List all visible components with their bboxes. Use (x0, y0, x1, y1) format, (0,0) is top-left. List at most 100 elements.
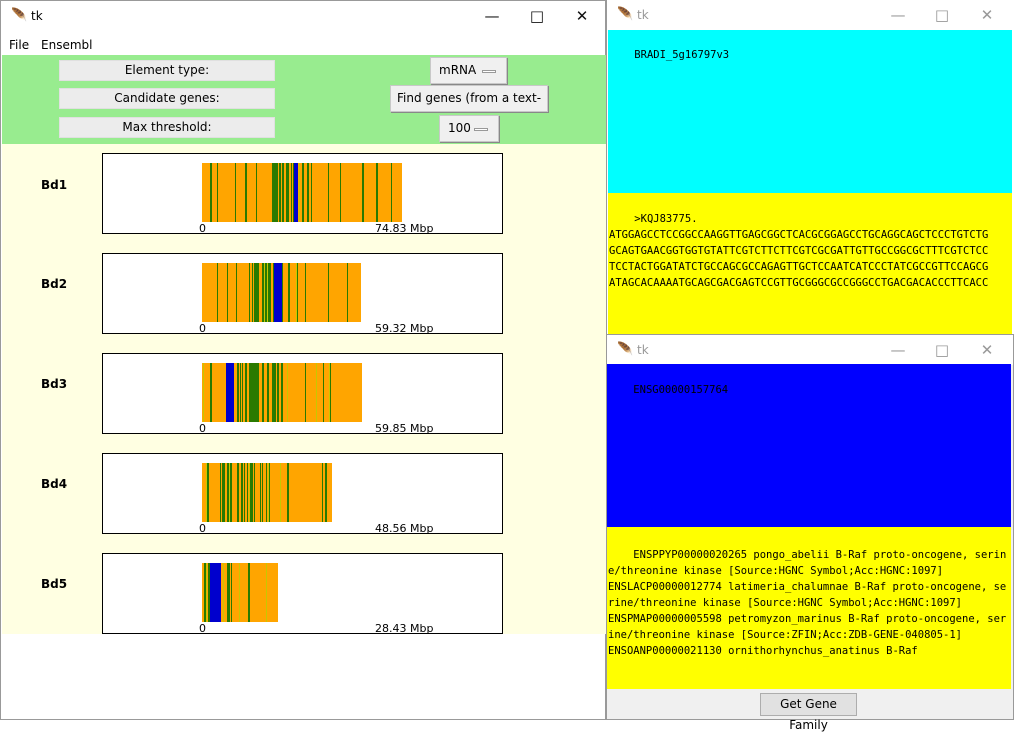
gene-mark (287, 163, 288, 222)
candidate-genes-label: Candidate genes: (59, 88, 275, 109)
maximize-icon[interactable]: □ (522, 5, 552, 27)
controls-panel: Element type: Candidate genes: Max thres… (2, 55, 606, 144)
chromosome-bar (202, 163, 402, 222)
gene-mark (282, 163, 284, 222)
chromosome-length-label: 59.32 Mbp (375, 322, 434, 334)
gene-family-titlebar[interactable]: 🪶 tk — □ ✕ (607, 335, 1013, 365)
gene-mark (253, 363, 255, 422)
chromosome-label: Bd5 (41, 577, 68, 591)
chromosome-plot-bd3[interactable]: 0 59.85 Mbp (102, 353, 503, 434)
minimize-icon[interactable]: — (883, 4, 913, 26)
chromosome-length-label: 59.85 Mbp (375, 422, 434, 434)
chromosome-length-label: 48.56 Mbp (375, 522, 434, 534)
gene-mark (208, 463, 209, 522)
minimize-icon[interactable]: — (477, 5, 507, 27)
gene-mark (236, 263, 237, 322)
chromosome-plot-bd4[interactable]: 0 48.56 Mbp (102, 453, 503, 534)
sequence-window: 🪶 tk — □ ✕ BRADI_5g16797v3 >KQJ83775. AT… (606, 0, 1014, 335)
gene-mark (328, 163, 329, 222)
gene-mark (227, 263, 228, 322)
main-titlebar[interactable]: 🪶 tk — □ ✕ (1, 1, 605, 31)
gene-mark (294, 163, 298, 222)
gene-mark (322, 463, 323, 522)
gene-mark (220, 463, 221, 522)
minimize-icon[interactable]: — (883, 339, 913, 361)
element-type-label: Element type: (59, 60, 275, 81)
gene-mark (287, 363, 288, 422)
gene-mark (244, 463, 245, 522)
sequence-text[interactable]: >KQJ83775. ATGGAGCCTCCGGCCAAGGTTGAGCGGCT… (608, 193, 1012, 335)
gene-mark (237, 463, 239, 522)
gene-mark (258, 363, 259, 422)
gene-mark (248, 563, 250, 622)
chromosome-label: Bd1 (41, 178, 68, 192)
chromosome-label: Bd3 (41, 377, 68, 391)
chromosome-plot-bd5[interactable]: 0 28.43 Mbp (102, 553, 503, 634)
gene-id-text[interactable]: BRADI_5g16797v3 (608, 30, 1012, 193)
find-genes-button[interactable]: Find genes (from a text-file) (390, 85, 548, 130)
gene-mark (207, 463, 208, 522)
gene-mark (231, 463, 232, 522)
gene-mark (274, 263, 282, 322)
gene-mark (242, 463, 243, 522)
gene-mark (223, 563, 224, 622)
gene-mark (240, 363, 241, 422)
gene-mark (328, 263, 329, 322)
chromosome-label: Bd2 (41, 277, 68, 291)
gene-mark (297, 263, 298, 322)
gene-mark (288, 163, 289, 222)
gene-mark (325, 463, 327, 522)
gene-mark (268, 263, 269, 322)
chromosome-plot-bd2[interactable]: 0 59.32 Mbp (102, 253, 503, 334)
gene-mark (280, 163, 281, 222)
menu-file[interactable]: File (9, 38, 29, 52)
axis-start-label: 0 (199, 422, 206, 434)
gene-mark (254, 463, 255, 522)
chromosome-plot-bd1[interactable]: 0 74.83 Mbp (102, 153, 503, 234)
gene-mark (231, 563, 232, 622)
element-type-dropdown[interactable]: mRNA (430, 57, 507, 84)
get-gene-family-button[interactable]: Get Gene Family (760, 693, 857, 732)
chromosome-length-label: 74.83 Mbp (375, 222, 434, 234)
gene-mark (257, 263, 259, 322)
gene-mark (262, 463, 263, 522)
gene-mark (208, 563, 209, 622)
menu-ensembl[interactable]: Ensembl (41, 38, 92, 52)
gene-mark (223, 463, 224, 522)
gene-mark (250, 463, 251, 522)
feather-icon: 🪶 (617, 342, 634, 357)
maximize-icon[interactable]: □ (927, 339, 957, 361)
chromosome-bar (202, 563, 278, 622)
close-icon[interactable]: ✕ (972, 339, 1002, 361)
sequence-titlebar[interactable]: 🪶 tk — □ ✕ (607, 0, 1014, 30)
gene-mark (270, 263, 271, 322)
gene-mark (211, 363, 212, 422)
gene-mark (239, 563, 240, 622)
gene-id-value: ENSG00000157764 (633, 384, 729, 396)
dropdown-indicator-icon (482, 70, 496, 73)
gene-id-text[interactable]: ENSG00000157764 (607, 364, 1011, 527)
close-icon[interactable]: ✕ (567, 5, 597, 27)
gene-mark (362, 163, 364, 222)
close-icon[interactable]: ✕ (972, 4, 1002, 26)
maximize-icon[interactable]: □ (927, 4, 957, 26)
window-title: tk (31, 9, 43, 23)
max-threshold-dropdown[interactable]: 100 (439, 115, 499, 142)
gene-mark (287, 463, 289, 522)
axis-start-label: 0 (199, 522, 206, 534)
gene-mark (265, 263, 266, 322)
feather-icon: 🪶 (11, 8, 28, 23)
gene-mark (282, 363, 283, 422)
gene-family-text[interactable]: ENSPPYP00000020265 pongo_abelii B-Raf pr… (607, 527, 1011, 689)
gene-mark (323, 363, 324, 422)
gene-mark (237, 363, 239, 422)
gene-mark (269, 263, 270, 322)
gene-mark (280, 463, 281, 522)
gene-mark (229, 563, 230, 622)
gene-mark (305, 263, 306, 322)
gene-mark (224, 463, 225, 522)
gene-family-value: ENSPPYP00000020265 pongo_abelii B-Raf pr… (608, 549, 1007, 657)
gene-mark (282, 263, 283, 322)
gene-mark (205, 563, 206, 622)
gene-mark (262, 263, 264, 322)
